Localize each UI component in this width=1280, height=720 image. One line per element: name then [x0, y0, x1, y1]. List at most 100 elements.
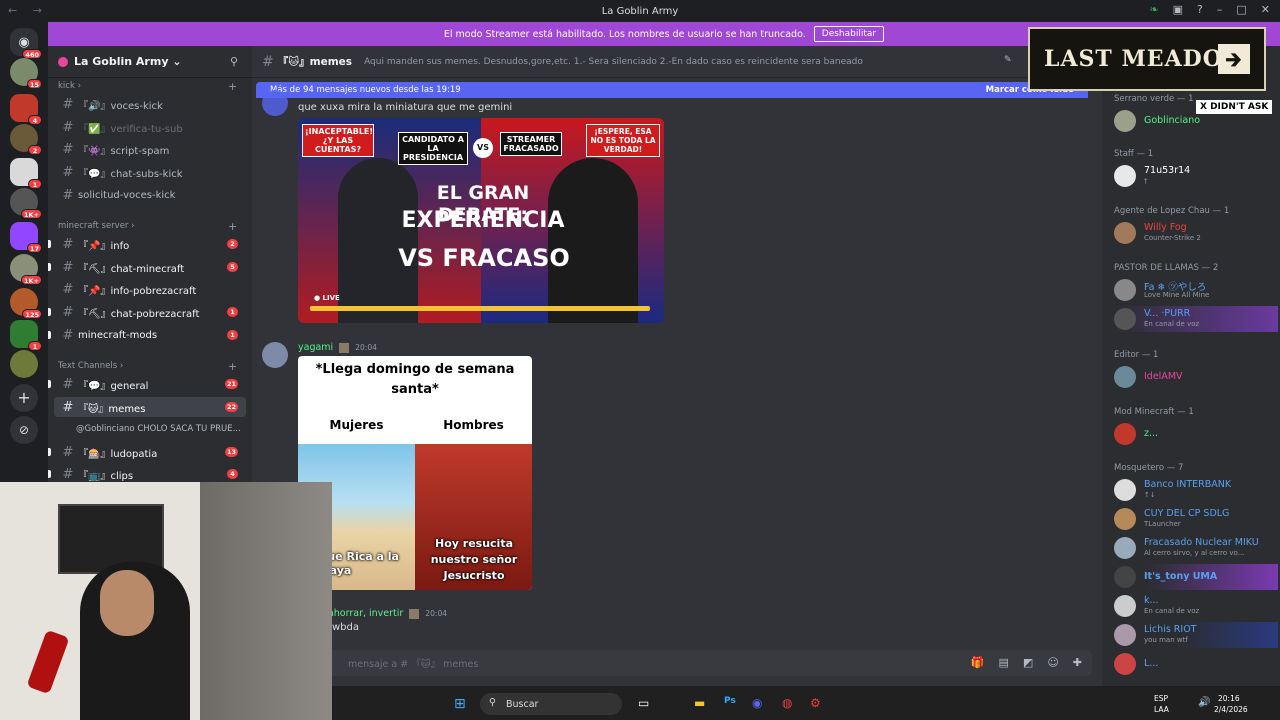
mention-badge: 4	[28, 115, 42, 125]
server-icon[interactable]: 1K+	[10, 188, 42, 219]
server-icon[interactable]	[10, 350, 38, 378]
member-status: En canal de voz	[1144, 607, 1200, 615]
member-status: TLauncher	[1144, 520, 1181, 528]
nav-arrows[interactable]: ← →	[8, 4, 48, 17]
message-composer[interactable]: mensaje a # 『🐱』 memes 🎁 ▤ ◩ ☺ ✚	[268, 650, 1092, 676]
channel-item[interactable]: # 『📌』info-pobrezacraft	[54, 279, 246, 299]
photoshop-icon[interactable]: Ps	[724, 696, 736, 706]
compass-icon: ⊘	[18, 423, 30, 437]
sticker-icon[interactable]: ◩	[1023, 656, 1033, 669]
discord-taskbar-icon[interactable]: ◉	[752, 696, 762, 710]
hash-icon: #	[62, 164, 74, 180]
help-icon[interactable]: ?	[1197, 3, 1203, 16]
server-icon[interactable]: 125	[10, 288, 42, 319]
channel-item[interactable]: # 『✅』verifica-tu-sub	[54, 117, 246, 137]
member-item[interactable]: k... En canal de voz	[1114, 593, 1278, 619]
member-group-header: PASTOR DE LLAMAS — 2	[1114, 263, 1219, 273]
app-icon[interactable]: ⚙	[810, 696, 821, 710]
channel-item[interactable]: # 『📌』info 2	[48, 234, 246, 254]
maximize-button[interactable]: □	[1236, 3, 1246, 16]
member-name: Goblinciano	[1144, 115, 1201, 126]
server-header[interactable]: La Goblin Army ⌄ ⚲	[48, 46, 252, 78]
channel-item[interactable]: # 『🎰』ludopatia 13	[48, 442, 246, 462]
meme-left-label: Mujeres	[329, 418, 384, 432]
category-text-channels[interactable]: Text Channels › +	[58, 360, 237, 373]
member-item[interactable]: z...	[1114, 421, 1278, 447]
member-item[interactable]: Willy Fog Counter-Strike 2	[1114, 220, 1278, 246]
add-member-icon[interactable]: ⚲	[230, 55, 238, 68]
thread-label: @Goblinciano CHOLO SACA TU PRUE...	[76, 424, 241, 434]
category-minecraft[interactable]: minecraft server › +	[58, 220, 237, 233]
hash-icon: #	[62, 281, 74, 297]
member-item[interactable]: Banco INTERBANK ↑↓	[1114, 477, 1278, 503]
server-icon[interactable]: 2	[10, 124, 42, 155]
channel-item[interactable]: # 『🔊』voces-kick	[54, 94, 246, 114]
inbox-icon[interactable]: ▣	[1173, 3, 1183, 16]
server-icon[interactable]: 1	[10, 320, 42, 351]
leaf-icon[interactable]: ❧	[1149, 3, 1158, 16]
channel-item-active[interactable]: # 『🐱』memes 22	[54, 397, 246, 417]
twitch-server-icon[interactable]: 17	[10, 222, 42, 253]
member-item[interactable]: CUY DEL CP SDLG TLauncher	[1114, 506, 1278, 532]
new-messages-bar[interactable]: Más de 94 mensajes nuevos desde las 19:1…	[256, 82, 1088, 98]
add-server-button[interactable]: +	[10, 384, 38, 412]
volume-icon[interactable]: 🔊	[1198, 697, 1210, 708]
channel-item[interactable]: # solicitud-voces-kick	[54, 185, 246, 205]
member-item[interactable]: Lichis RIOT you man wtf	[1114, 622, 1278, 648]
file-explorer-icon[interactable]: ▬	[694, 696, 705, 710]
close-button[interactable]: ✕	[1261, 3, 1270, 16]
server-icon[interactable]: 1	[10, 158, 42, 189]
add-channel-icon[interactable]: +	[228, 360, 237, 373]
gif-icon[interactable]: ▤	[999, 656, 1009, 669]
gift-icon[interactable]: 🎁	[971, 656, 985, 669]
member-item[interactable]: It's_tony UMA	[1114, 564, 1278, 590]
taskview-icon[interactable]: ▭	[638, 696, 649, 710]
channel-item[interactable]: # 『👾』script-spam	[54, 139, 246, 159]
channel-item[interactable]: # 『💬』general 21	[48, 374, 246, 394]
channel-label: 『🔊』voces-kick	[78, 100, 163, 112]
channel-item[interactable]: # 『💬』chat-subs-kick	[54, 162, 246, 182]
thread-item[interactable]: @Goblinciano CHOLO SACA TU PRUE...	[54, 419, 246, 439]
member-item[interactable]: Fracasado Nuclear MIKU Al cerro sirvo, y …	[1114, 535, 1278, 561]
taskbar-search[interactable]: ⚲ Buscar	[480, 693, 622, 715]
discover-button[interactable]: ⊘	[10, 416, 38, 444]
message-author: r, ahorrar, invertir 20:04	[318, 608, 447, 619]
windows-start-icon[interactable]: ⊞	[454, 696, 466, 712]
meme-image[interactable]: *Llega domingo de semana santa* Mujeres …	[298, 356, 532, 590]
member-item[interactable]: 71u53r14 †	[1114, 163, 1278, 189]
channel-item[interactable]: # 『⛏』chat-pobrezacraft 1	[48, 302, 246, 322]
pin-icon[interactable]: ✎	[1004, 55, 1012, 65]
video-thumbnail[interactable]: ¡INACEPTABLE! ¿Y LAS CUENTAS? CANDIDATO …	[298, 118, 664, 323]
chrome-icon[interactable]: ◍	[782, 696, 792, 710]
add-channel-icon[interactable]: +	[228, 220, 237, 233]
member-item[interactable]: L...	[1114, 651, 1278, 677]
category-kick[interactable]: kick › +	[58, 80, 237, 93]
avatar[interactable]	[262, 342, 288, 368]
server-icon[interactable]: 15	[10, 58, 42, 89]
member-item[interactable]: V... ·PURR En canal de voz	[1114, 306, 1278, 332]
minimize-button[interactable]: –	[1217, 3, 1223, 16]
emoji-icon[interactable]: ☺	[1047, 656, 1058, 669]
server-name: La Goblin Army ⌄	[74, 55, 182, 68]
server-icon[interactable]: 1K+	[10, 254, 42, 285]
channel-item[interactable]: # minecraft-mods 1	[48, 325, 246, 345]
mention-badge: 17	[26, 243, 42, 253]
channel-item[interactable]: # 『📺』clips 4	[48, 464, 246, 484]
clock-time[interactable]: 20:16	[1218, 694, 1240, 703]
dm-home-button[interactable]: ◉ 460	[10, 28, 42, 59]
apps-icon[interactable]: ✚	[1073, 656, 1082, 669]
avatar[interactable]	[262, 90, 288, 116]
channel-item[interactable]: # 『⛏』chat-minecraft 5	[48, 257, 246, 277]
channel-topic[interactable]: Aqui manden sus memes. Desnudos,gore,etc…	[364, 57, 863, 67]
member-name: Banco INTERBANK	[1144, 479, 1232, 490]
add-channel-icon[interactable]: +	[228, 80, 237, 93]
server-icon[interactable]: 4	[10, 94, 42, 125]
webcam-overlay	[0, 482, 332, 720]
member-item[interactable]: Fa ❄ ㋡やしろ Love Mine All Mine	[1114, 277, 1278, 303]
disable-streamer-button[interactable]: Deshabilitar	[813, 26, 885, 42]
channel-sidebar: La Goblin Army ⌄ ⚲ kick › + # 『🔊』voces-kic…	[48, 46, 252, 486]
language-top[interactable]: ESP	[1154, 694, 1168, 703]
author-name[interactable]: yagami	[298, 342, 333, 353]
discord-icon: ◉	[18, 34, 30, 50]
member-item[interactable]: IdelAMV	[1114, 364, 1278, 390]
